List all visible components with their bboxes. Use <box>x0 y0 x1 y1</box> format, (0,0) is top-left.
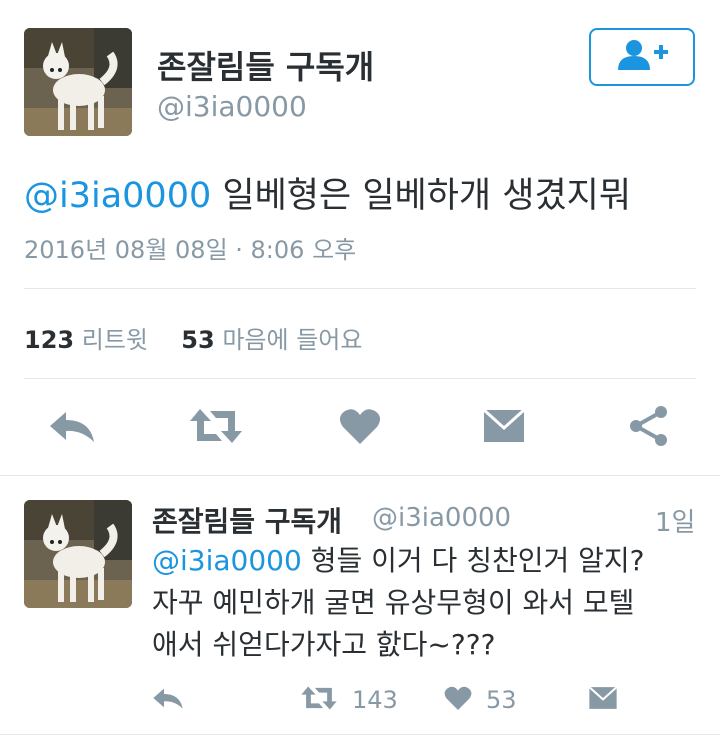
envelope-icon <box>588 685 618 715</box>
reply-line-1: 형들 이거 다 칭찬인거 알지? <box>310 544 645 577</box>
avatar[interactable] <box>24 500 132 608</box>
tweet-time: 1일 <box>655 508 696 538</box>
section-divider <box>0 475 720 476</box>
tweet-stats: 123 리트윗 53 마음에 들어요 <box>24 320 362 355</box>
follow-button[interactable] <box>589 28 695 86</box>
reply-icon <box>152 686 184 714</box>
tweet-timestamp[interactable]: 2016년 08월 08일 · 8:06 오후 <box>24 230 356 265</box>
mention-link[interactable]: @i3ia0000 <box>152 544 302 577</box>
avatar[interactable] <box>24 28 132 136</box>
like-button[interactable]: 53 <box>444 680 517 720</box>
message-button[interactable] <box>476 400 532 456</box>
message-button[interactable] <box>588 680 618 720</box>
reply-button[interactable] <box>44 400 100 456</box>
like-count: 53 <box>486 686 517 714</box>
add-user-icon <box>616 38 668 76</box>
retweet-icon <box>300 685 338 715</box>
reply-line-3: 애서 쉬얻다가자고 핤다~??? <box>152 628 496 661</box>
retweet-button[interactable] <box>188 400 244 456</box>
retweet-icon <box>188 407 244 449</box>
divider <box>24 288 696 289</box>
share-button[interactable] <box>620 400 676 456</box>
retweet-count: 143 <box>352 686 398 714</box>
reply-button[interactable] <box>152 680 184 720</box>
like-button[interactable] <box>332 400 388 456</box>
user-handle[interactable]: @i3ia0000 <box>157 90 307 123</box>
user-handle[interactable]: @i3ia0000 <box>372 503 511 533</box>
like-label[interactable]: 마음에 들어요 <box>222 326 362 354</box>
envelope-icon <box>482 408 526 448</box>
retweet-label[interactable]: 리트윗 <box>82 326 148 354</box>
heart-icon <box>339 407 381 449</box>
display-name[interactable]: 존잘림들 구독개 <box>157 42 374 88</box>
divider <box>24 378 696 379</box>
mention-link[interactable]: @i3ia0000 <box>24 176 211 216</box>
share-icon <box>627 405 669 451</box>
reply-line-2: 자꾸 예민하개 굴면 유상무형이 와서 모텔 <box>152 586 635 619</box>
reply-icon <box>48 408 96 448</box>
like-count[interactable]: 53 <box>181 326 214 354</box>
retweet-count[interactable]: 123 <box>24 326 74 354</box>
tweet-text: @i3ia0000 일베형은 일베하개 생겼지뭐 <box>24 167 631 218</box>
tweet-body: 일베형은 일베하개 생겼지뭐 <box>222 176 632 216</box>
main-tweet: 존잘림들 구독개 @i3ia0000 @i3ia0000 일베형은 일베하개 생… <box>0 0 720 475</box>
retweet-button[interactable]: 143 <box>300 680 398 720</box>
bottom-divider <box>0 734 720 735</box>
heart-icon <box>444 685 472 715</box>
display-name[interactable]: 존잘림들 구독개 <box>152 500 342 540</box>
reply-text: @i3ia0000 형들 이거 다 칭찬인거 알지? 자꾸 예민하개 굴면 유상… <box>152 540 712 666</box>
